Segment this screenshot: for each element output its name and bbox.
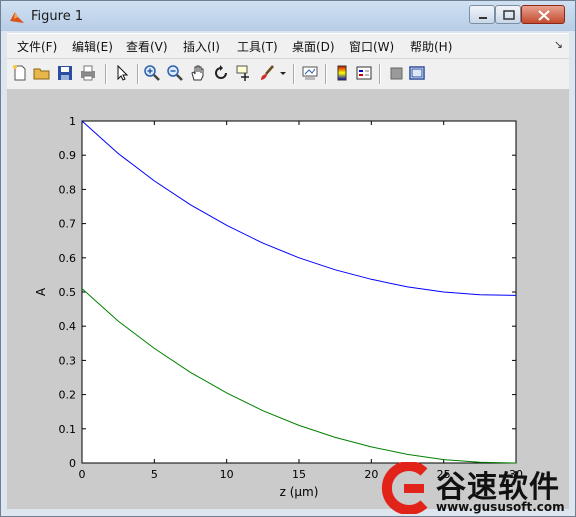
menu-help[interactable]: 帮助(H): [410, 38, 452, 55]
toolbar-separator: [293, 64, 295, 84]
minimize-button[interactable]: [469, 5, 495, 24]
legend-icon[interactable]: [355, 64, 373, 82]
data-cursor-icon[interactable]: [235, 64, 253, 82]
minimize-icon: [479, 17, 487, 19]
figure-toolbar: [7, 58, 569, 90]
x-tick-label: 5: [151, 468, 158, 481]
y-axis-label: A: [34, 287, 48, 296]
dock-arrow-icon[interactable]: ↘: [554, 38, 563, 51]
menu-desktop[interactable]: 桌面(D): [292, 38, 335, 55]
axes-box: [81, 120, 517, 464]
y-tick-label: 0.3: [59, 354, 77, 367]
y-tick-label: 0.1: [59, 423, 77, 436]
y-tick-label: 0.7: [59, 218, 77, 231]
zoom-in-icon[interactable]: [143, 64, 161, 82]
line-chart: 0 5 10 15 20 25 3000.10.20.30.40.50.60.70.80.9…: [34, 115, 523, 499]
y-tick-label: 0.6: [59, 252, 77, 265]
menu-edit[interactable]: 编辑(E): [72, 38, 113, 55]
toolbar-separator: [325, 64, 327, 84]
gususoft-logo: [381, 462, 428, 514]
x-tick-label: 10: [220, 468, 234, 481]
rotate-3d-icon[interactable]: [212, 64, 230, 82]
watermark-url: www.gususoft.com: [436, 500, 565, 514]
figure-canvas: 0 5 10 15 20 25 30 0 0.1 0.2 0.3 0.4 0.5 0.6 0.7 0.8 0.9…: [7, 89, 569, 509]
y-tick-label: 0.4: [59, 320, 77, 333]
y-tick-label: 0: [69, 457, 76, 470]
x-tick-label: 0: [79, 468, 86, 481]
link-plot-icon[interactable]: [301, 64, 319, 82]
title-bar[interactable]: Figure 1: [1, 1, 575, 31]
save-icon[interactable]: [56, 64, 74, 82]
y-tick-label: 1: [69, 115, 76, 128]
y-tick-label: 0.2: [59, 389, 77, 402]
show-plot-tools-icon[interactable]: [408, 64, 426, 82]
brush-icon[interactable]: [258, 64, 276, 82]
new-figure-icon[interactable]: [11, 64, 29, 82]
edit-plot-arrow-icon[interactable]: [113, 64, 131, 82]
menu-file[interactable]: 文件(F): [17, 38, 57, 55]
print-icon[interactable]: [79, 64, 97, 82]
maximize-icon: [503, 10, 515, 20]
figure-window: Figure 1 文件(F) 编辑(E) 查看(V) 插入(I) 工具(T) 桌…: [0, 0, 576, 517]
close-button[interactable]: [521, 5, 565, 24]
open-file-icon[interactable]: [33, 64, 51, 82]
colorbar-icon[interactable]: [333, 64, 351, 82]
brush-dropdown-icon[interactable]: [278, 64, 288, 82]
zoom-out-icon[interactable]: [166, 64, 184, 82]
menu-insert[interactable]: 插入(I): [183, 38, 220, 55]
hide-plot-tools-icon[interactable]: [387, 64, 405, 82]
window-title: Figure 1: [31, 9, 84, 24]
y-tick-label: 0.9: [59, 149, 77, 162]
matlab-icon: [10, 12, 24, 23]
x-axis-label: z (μm): [280, 485, 319, 499]
pan-hand-icon[interactable]: [189, 64, 207, 82]
maximize-button[interactable]: [495, 5, 521, 24]
toolbar-separator: [379, 64, 381, 84]
menu-tools[interactable]: 工具(T): [237, 38, 278, 55]
toolbar-separator: [105, 64, 107, 84]
y-tick-label: 0.5: [59, 286, 77, 299]
toolbar-separator: [137, 64, 139, 84]
close-icon: [538, 10, 550, 21]
x-tick-label: 15: [292, 468, 306, 481]
x-tick-label: 20: [364, 468, 378, 481]
menu-view[interactable]: 查看(V): [126, 38, 168, 55]
menu-window[interactable]: 窗口(W): [349, 38, 394, 55]
y-tick-label: 0.8: [59, 183, 77, 196]
menu-bar: 文件(F) 编辑(E) 查看(V) 插入(I) 工具(T) 桌面(D) 窗口(W…: [7, 33, 569, 58]
